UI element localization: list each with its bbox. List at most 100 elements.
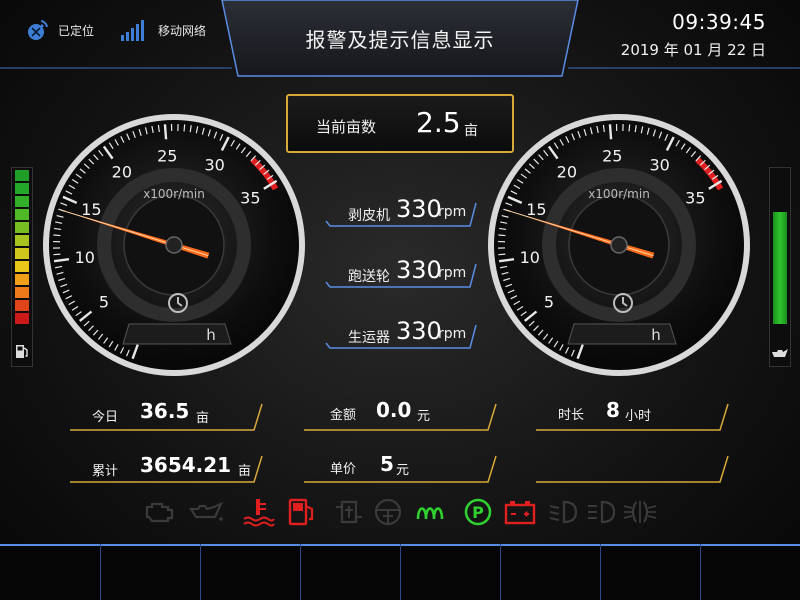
gauge-scale-label: 30 <box>649 156 669 175</box>
current-area-panel: 当前亩数 2.5 亩 <box>286 94 514 153</box>
fog-light-icon <box>623 501 657 523</box>
fuel-level-bar <box>11 167 33 367</box>
gauge-scale-label: 5 <box>544 292 554 311</box>
rpm-unit: rpm <box>438 265 467 281</box>
gauge-scale-label: 35 <box>240 188 260 207</box>
fuel-level-segment <box>15 248 29 259</box>
gauge-scale-label: 35 <box>685 188 705 207</box>
gauge-unit-label: x100r/min <box>143 187 205 201</box>
fuel-level-segment <box>15 183 29 194</box>
rpm-label: 生运器 <box>348 330 390 346</box>
fuel-level-segment <box>15 196 29 207</box>
gauge-scale-label: 15 <box>526 200 546 219</box>
footer-button-2[interactable] <box>100 544 200 600</box>
rpm-value: 330 <box>396 256 442 284</box>
fuel-level-segment <box>15 209 29 220</box>
rpm-readout-feed-wheel: 跑送轮 330 rpm <box>320 254 480 290</box>
gauge-scale-label: 5 <box>99 292 109 311</box>
gps-label: 已定位 <box>58 23 95 38</box>
gauge-tick <box>498 234 506 237</box>
amount-cell: 金额 0.0 元 <box>302 392 498 434</box>
right-tachometer-gauge: 05101520253035x100r/minh <box>488 114 750 376</box>
gauge-tick <box>53 253 61 256</box>
gauge-scale-label: 25 <box>602 146 622 165</box>
low-beam-icon <box>549 500 578 524</box>
fuel-level-segment <box>15 222 29 233</box>
total-area-cell: 累计 3654.21 亩 <box>68 444 264 486</box>
high-beam-icon <box>588 500 616 524</box>
rpm-label: 跑送轮 <box>348 269 390 285</box>
fuel-pump-icon <box>16 345 28 358</box>
fuel-level-segment <box>15 261 29 272</box>
duration-label: 时长 <box>558 408 585 423</box>
footer-button-4[interactable] <box>300 544 400 600</box>
footer-button-6[interactable] <box>500 544 600 600</box>
unit-price-label: 单价 <box>330 462 357 477</box>
preheat-icon <box>416 507 444 520</box>
unit-price-cell: 单价 5 元 <box>302 444 498 486</box>
clock-time: 09:39:45 <box>672 10 766 34</box>
gauge-scale-label: 20 <box>557 163 577 182</box>
rpm-readout-conveyor: 生运器 330 rpm <box>320 315 480 351</box>
today-area-cell: 今日 36.5 亩 <box>68 392 264 434</box>
empty-info-cell <box>534 444 730 486</box>
gauge-tick <box>163 124 168 140</box>
fuel-icon <box>288 498 314 526</box>
unit-price-unit: 元 <box>396 463 410 478</box>
gauge-hub <box>165 236 183 254</box>
gauge-tick <box>183 124 186 132</box>
network-label: 移动网络 <box>158 23 207 38</box>
fuel-level-segment <box>15 235 29 246</box>
network-status: 移动网络 <box>120 18 206 42</box>
hour-meter-unit: h <box>651 326 661 344</box>
fuel-level-segment <box>15 300 29 311</box>
footer-button-8[interactable] <box>700 544 800 600</box>
gauge-scale-label: 25 <box>157 146 177 165</box>
gps-icon <box>28 20 48 40</box>
hour-meter-unit: h <box>206 326 216 344</box>
duration-cell: 时长 8 小时 <box>534 392 730 434</box>
total-label: 累计 <box>92 464 119 479</box>
gauge-tick <box>498 253 506 256</box>
fuel-level-segment <box>15 313 29 324</box>
footer-button-1[interactable] <box>0 544 100 600</box>
gauge-scale-label: 10 <box>75 248 95 267</box>
svg-text:P: P <box>472 503 484 522</box>
coolant-temp-icon <box>243 499 275 527</box>
fuel-level-segment <box>15 274 29 285</box>
rpm-readout-peeler: 剥皮机 330 rpm <box>320 193 480 229</box>
amount-unit: 元 <box>417 409 431 424</box>
current-area-value: 2.5 <box>416 106 461 139</box>
gauge-scale-label: 15 <box>81 200 101 219</box>
rpm-unit: rpm <box>438 204 467 220</box>
cell-underline <box>536 455 729 483</box>
rpm-value: 330 <box>396 317 442 345</box>
duration-value: 8 <box>606 398 620 422</box>
total-value: 3654.21 <box>140 453 232 477</box>
parking-brake-icon: P <box>464 498 492 526</box>
total-unit: 亩 <box>238 464 252 479</box>
fuel-level-segment <box>15 170 29 181</box>
battery-icon <box>504 501 536 525</box>
amount-label: 金额 <box>330 408 357 423</box>
today-value: 36.5 <box>140 399 190 423</box>
footer-button-3[interactable] <box>200 544 300 600</box>
unit-price-value: 5 <box>380 452 394 476</box>
footer-button-7[interactable] <box>600 544 700 600</box>
oil-can-icon <box>772 349 788 357</box>
oil-level-bar <box>769 167 791 367</box>
footer-button-bar <box>0 544 800 600</box>
today-unit: 亩 <box>196 411 210 426</box>
footer-button-5[interactable] <box>400 544 500 600</box>
rpm-unit: rpm <box>438 326 467 342</box>
gauge-scale-label: 10 <box>520 248 540 267</box>
gauge-unit-label: x100r/min <box>588 187 650 201</box>
air-filter-icon <box>336 500 362 524</box>
duration-unit: 小时 <box>625 409 652 424</box>
amount-value: 0.0 <box>376 398 412 422</box>
current-area-label: 当前亩数 <box>316 118 377 136</box>
gauge-tick <box>608 124 613 140</box>
gauge-tick <box>53 234 61 237</box>
gauge-tick <box>628 124 631 132</box>
gauge-hub <box>610 236 628 254</box>
